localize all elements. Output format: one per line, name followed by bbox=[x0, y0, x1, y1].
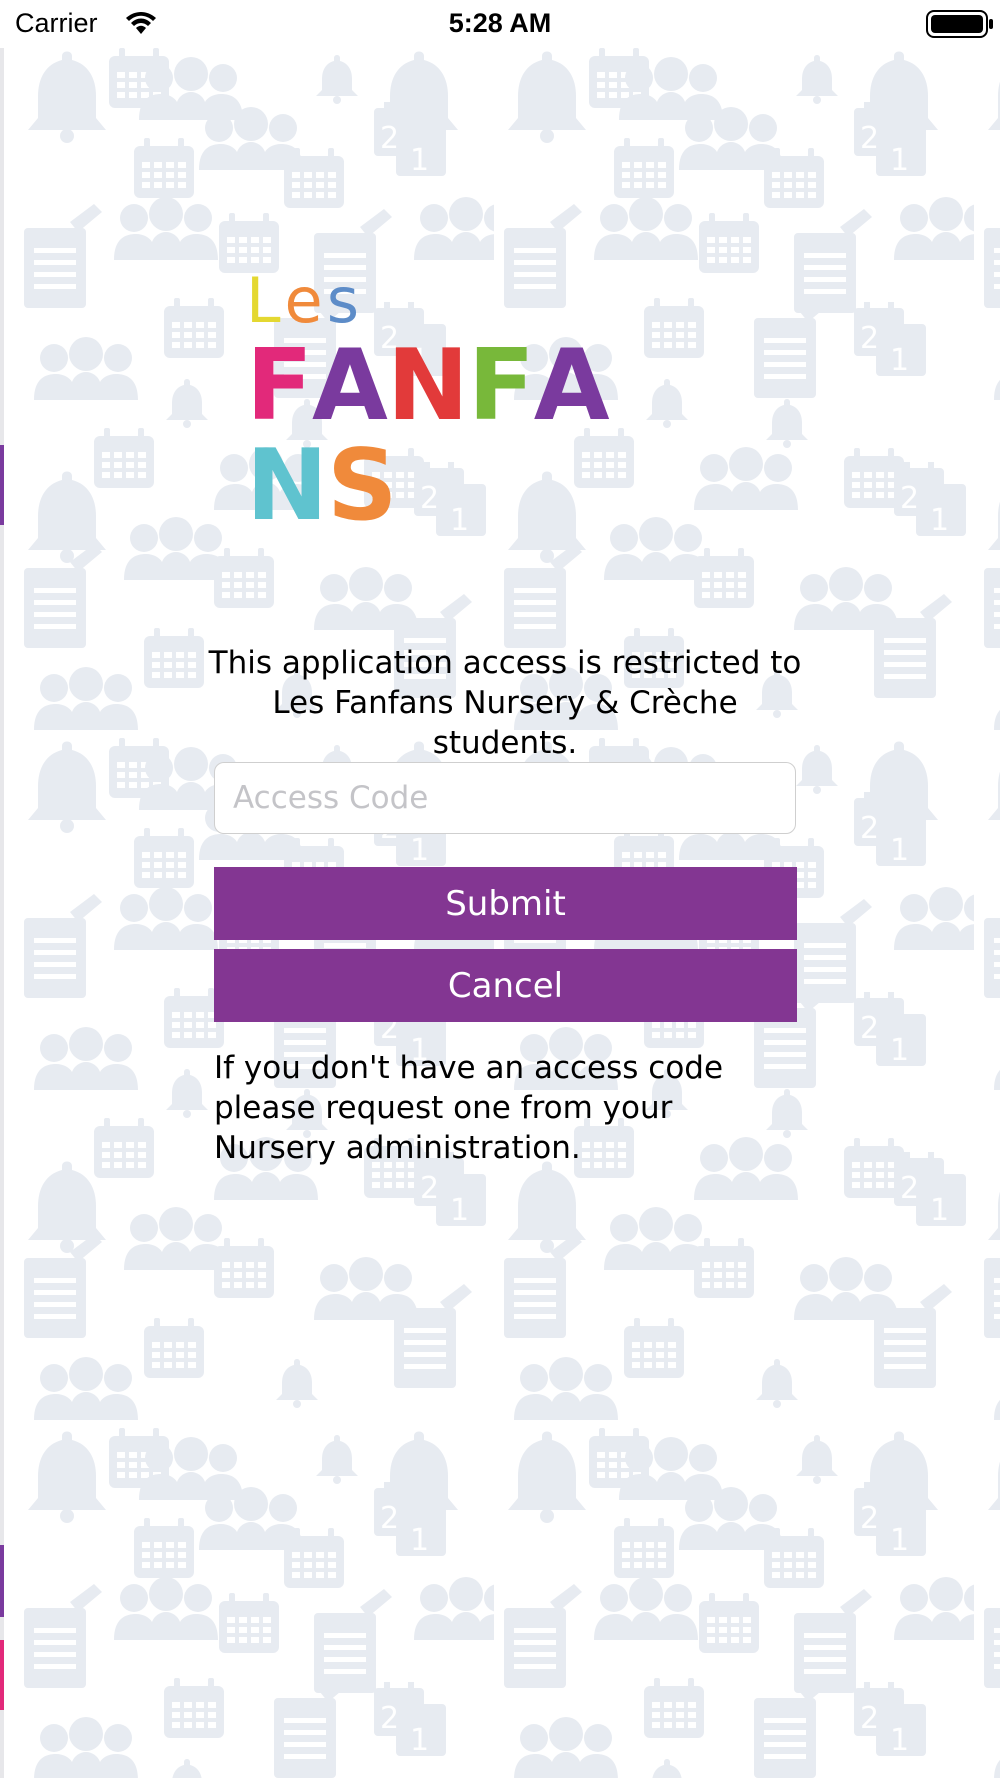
logo-top-word: Les bbox=[246, 270, 363, 332]
logo-brand-word: FANFANS bbox=[246, 336, 666, 536]
left-edge-accent bbox=[0, 445, 4, 525]
status-bar: Carrier 5:28 AM bbox=[0, 0, 1000, 48]
left-edge-accent bbox=[0, 1640, 4, 1710]
logo-brand-letter: N bbox=[386, 329, 469, 443]
status-time: 5:28 AM bbox=[448, 8, 552, 38]
logo-top-word-letter: L bbox=[246, 264, 285, 337]
les-fanfans-logo: Les FANFANS bbox=[246, 270, 666, 537]
logo-top-word-letter: s bbox=[326, 264, 364, 337]
submit-button[interactable]: Submit bbox=[214, 867, 797, 940]
cancel-button[interactable]: Cancel bbox=[214, 949, 797, 1022]
logo-brand-letter: A bbox=[311, 329, 388, 443]
logo-brand-letter: S bbox=[327, 429, 398, 543]
battery-full-icon bbox=[926, 10, 993, 38]
left-window-edge bbox=[0, 0, 4, 1778]
logo-top-word-letter: e bbox=[284, 264, 327, 337]
logo-brand-letter: N bbox=[246, 429, 328, 543]
access-code-input[interactable] bbox=[214, 762, 796, 834]
access-restriction-message: This application access is restricted to… bbox=[208, 645, 802, 761]
logo-brand-letter: F bbox=[467, 329, 535, 443]
access-code-help-text: If you don't have an access code please … bbox=[214, 1050, 724, 1166]
logo-brand-letter: F bbox=[246, 329, 313, 443]
logo-brand-letter: A bbox=[533, 329, 610, 443]
left-edge-accent bbox=[0, 1545, 4, 1617]
access-code-screen: 2 1 bbox=[0, 0, 1000, 1778]
